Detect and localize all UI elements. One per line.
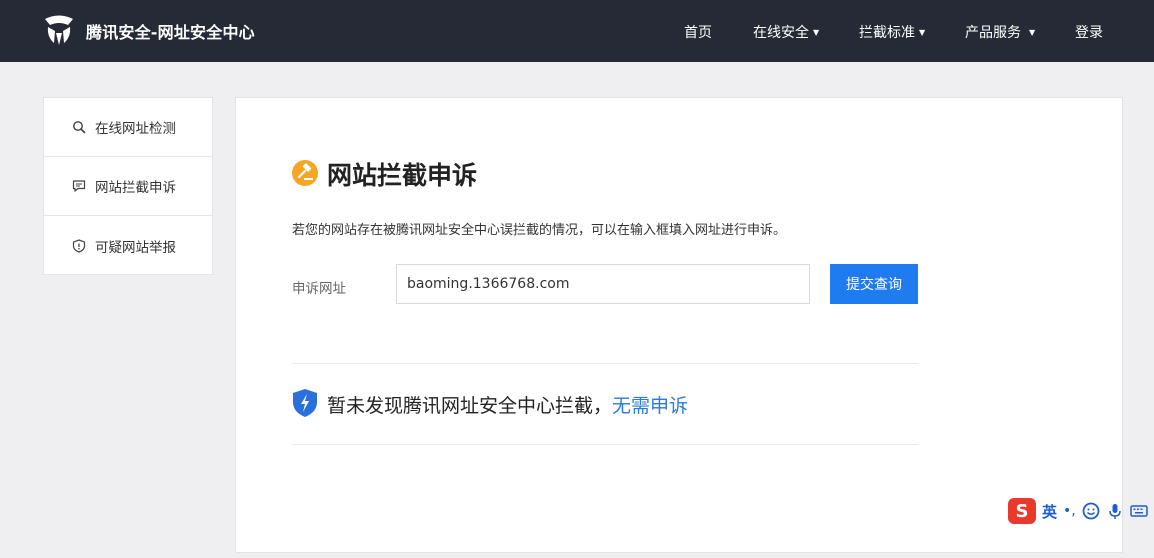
nav-home[interactable]: 首页 (684, 22, 712, 42)
sidebar: 在线网址检测 网站拦截申诉 可疑网站举报 (43, 97, 213, 275)
divider (292, 363, 918, 364)
main-panel: 网站拦截申诉 若您的网站存在被腾讯网址安全中心误拦截的情况，可以在输入框填入网址… (235, 97, 1123, 553)
appeal-url-input[interactable] (396, 264, 810, 304)
page-description: 若您的网站存在被腾讯网址安全中心误拦截的情况，可以在输入框填入网址进行申诉。 (292, 223, 787, 238)
shield-lightning-icon (293, 389, 317, 417)
microphone-icon[interactable] (1106, 502, 1124, 520)
sidebar-item-label: 在线网址检测 (95, 121, 176, 137)
sogou-ime-logo-icon[interactable]: S (1008, 498, 1036, 524)
keyboard-icon[interactable] (1129, 502, 1148, 520)
nav-home-label: 首页 (684, 25, 712, 41)
sidebar-item-report[interactable]: 可疑网站举报 (44, 216, 212, 275)
gavel-icon (292, 160, 318, 186)
nav-products-label: 产品服务 (965, 25, 1021, 41)
page-title: 网站拦截申诉 (327, 161, 478, 190)
top-nav-bar: 腾讯安全-网址安全中心 首页 在线安全 ▼ 拦截标准 ▼ 产品服务 ▼ 登录 (0, 0, 1154, 62)
ime-mode-toggle[interactable]: 英 (1042, 501, 1057, 522)
result-text: 暂未发现腾讯网址安全中心拦截， (327, 395, 613, 417)
chat-icon (72, 180, 86, 192)
nav-login-label: 登录 (1075, 25, 1103, 41)
site-title[interactable]: 腾讯安全-网址安全中心 (86, 19, 255, 43)
divider (292, 444, 918, 445)
search-icon (73, 121, 86, 134)
nav-block-standards[interactable]: 拦截标准 ▼ (859, 22, 925, 42)
ime-toolbar: S 英 •, (1006, 497, 1154, 525)
sidebar-item-label: 网站拦截申诉 (95, 180, 176, 196)
nav-block-standards-label: 拦截标准 (859, 25, 915, 41)
nav-online-security[interactable]: 在线安全 ▼ (753, 22, 819, 42)
nav-online-security-label: 在线安全 (753, 25, 809, 41)
nav-login[interactable]: 登录 (1075, 22, 1103, 42)
sidebar-item-label: 可疑网站举报 (95, 239, 176, 256)
caret-down-icon: ▼ (1029, 27, 1036, 37)
submit-query-button[interactable]: 提交查询 (830, 264, 918, 304)
sidebar-item-url-check[interactable]: 在线网址检测 (44, 98, 212, 157)
tencent-security-logo-icon[interactable] (42, 13, 76, 47)
ime-punctuation-toggle[interactable]: •, (1063, 503, 1076, 519)
url-field-label: 申诉网址 (292, 281, 346, 297)
result-message: 暂未发现腾讯网址安全中心拦截，无需申诉 (327, 391, 688, 418)
emoji-icon[interactable] (1082, 502, 1100, 520)
caret-down-icon: ▼ (919, 27, 926, 37)
caret-down-icon: ▼ (813, 27, 820, 37)
nav-products[interactable]: 产品服务 ▼ (965, 22, 1035, 42)
shield-alert-icon (72, 238, 86, 253)
no-appeal-needed-link[interactable]: 无需申诉 (612, 395, 688, 417)
sidebar-item-block-appeal[interactable]: 网站拦截申诉 (44, 157, 212, 216)
